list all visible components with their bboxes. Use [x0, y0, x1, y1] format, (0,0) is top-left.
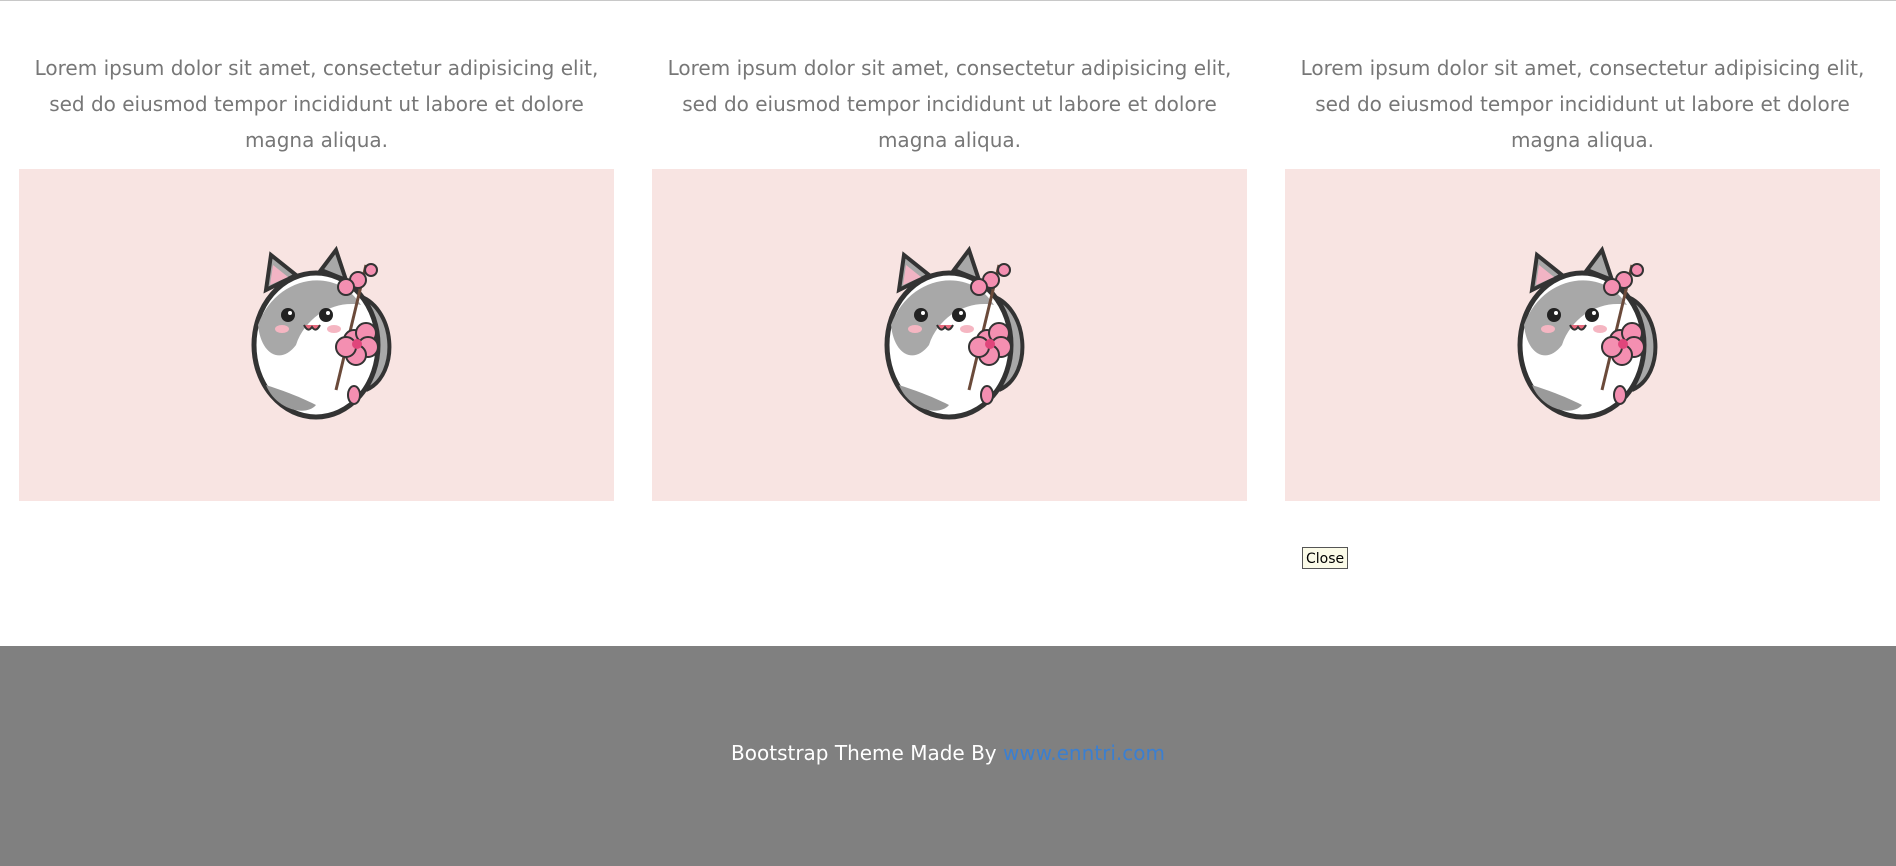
cat-illustration-icon [251, 245, 392, 420]
card-description: Lorem ipsum dolor sit amet, consectetur … [667, 56, 1232, 152]
footer-credit-text: Bootstrap Theme Made By [731, 741, 997, 765]
cat-image [652, 169, 1247, 501]
card-description: Lorem ipsum dolor sit amet, consectetur … [1300, 56, 1865, 152]
footer-link[interactable]: www.enntri.com [1003, 741, 1165, 765]
cat-image [19, 169, 614, 501]
cat-illustration-icon [884, 245, 1025, 420]
cat-image [1285, 169, 1880, 501]
close-button[interactable]: Close [1302, 547, 1349, 569]
card-description: Lorem ipsum dolor sit amet, consectetur … [34, 56, 599, 152]
footer: Bootstrap Theme Made By www.enntri.com [0, 646, 1896, 866]
cat-illustration-icon [1517, 245, 1658, 420]
card-grid: Lorem ipsum dolor sit amet, consectetur … [0, 0, 1896, 646]
footer-credit: Bootstrap Theme Made By www.enntri.com [0, 738, 1896, 768]
